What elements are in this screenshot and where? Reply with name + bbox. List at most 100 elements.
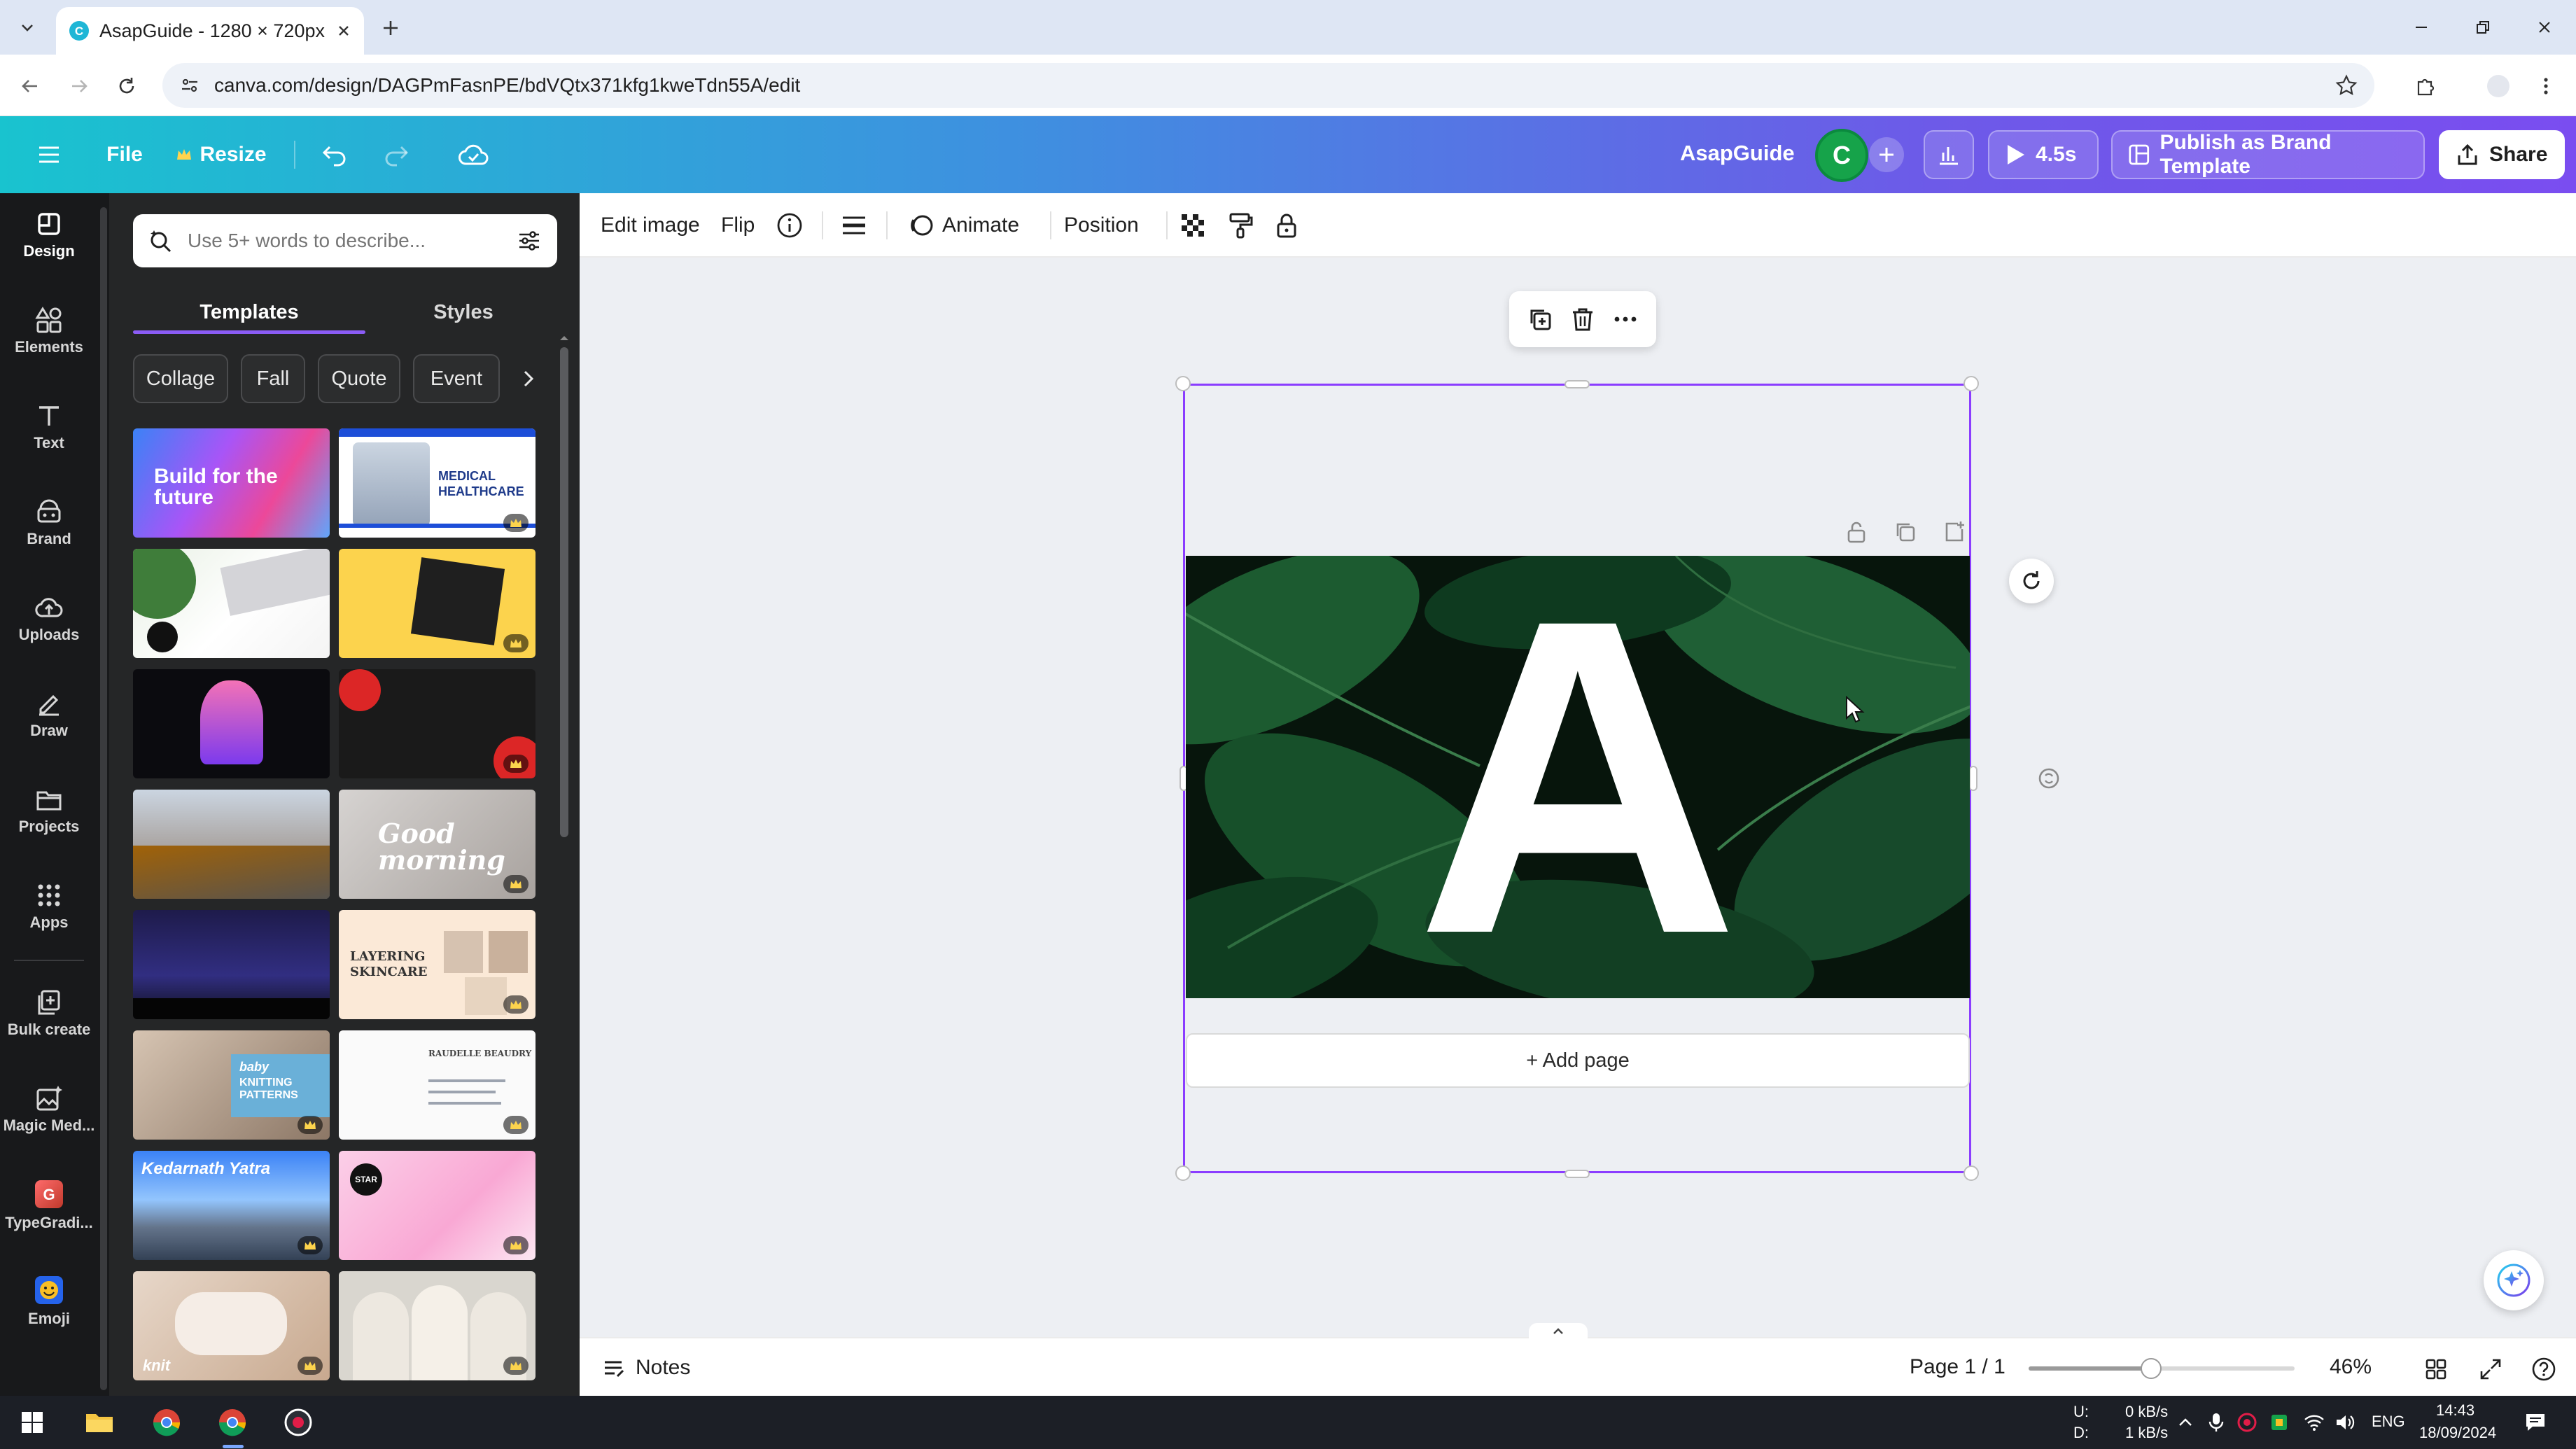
template-thumbnail[interactable] xyxy=(339,549,536,658)
rail-item-apps[interactable]: Apps xyxy=(0,864,98,948)
rail-item-draw[interactable]: Draw xyxy=(0,673,98,757)
forward-button[interactable] xyxy=(63,70,95,102)
template-thumbnail[interactable]: Good morning xyxy=(339,790,536,899)
filter-chip-quote[interactable]: Quote xyxy=(318,354,400,403)
filter-icon[interactable] xyxy=(517,228,542,253)
rail-item-brand[interactable]: Brand xyxy=(0,481,98,565)
transparency-button[interactable] xyxy=(1179,206,1207,245)
file-explorer-button[interactable] xyxy=(80,1403,119,1442)
close-icon[interactable] xyxy=(336,23,351,38)
reload-button[interactable] xyxy=(111,70,143,102)
help-button[interactable] xyxy=(2528,1354,2559,1385)
language-indicator[interactable]: ENG xyxy=(2372,1413,2405,1431)
rail-item-elements[interactable]: Elements xyxy=(0,289,98,373)
clock-time[interactable]: 14:43 xyxy=(2436,1401,2474,1420)
resize-handle-bottom[interactable] xyxy=(1564,1170,1590,1178)
template-search-input[interactable] xyxy=(188,230,503,252)
chrome-active-button[interactable] xyxy=(213,1403,252,1442)
design-title[interactable]: AsapGuide xyxy=(1680,141,1795,166)
trash-icon[interactable] xyxy=(1569,305,1597,333)
canva-assistant-button[interactable] xyxy=(2484,1250,2544,1310)
browser-menu-button[interactable] xyxy=(2530,70,2562,102)
rail-scroll-thumb[interactable] xyxy=(100,207,107,1390)
user-avatar[interactable]: C xyxy=(1815,129,1868,182)
browser-tab[interactable]: C AsapGuide - 1280 × 720px xyxy=(56,7,364,55)
chrome-button[interactable] xyxy=(147,1403,186,1442)
notes-button[interactable]: Notes xyxy=(601,1351,690,1385)
flip-button[interactable]: Flip xyxy=(721,206,755,245)
template-thumbnail[interactable]: Kedarnath Yatra xyxy=(133,1151,330,1260)
resize-handle-top-left[interactable] xyxy=(1175,376,1191,391)
show-pages-button[interactable] xyxy=(1529,1323,1588,1338)
template-thumbnail[interactable]: LAYERING SKINCARE xyxy=(339,910,536,1019)
clock-date[interactable]: 18/09/2024 xyxy=(2419,1424,2496,1442)
mic-tray-button[interactable] xyxy=(2202,1403,2230,1442)
invite-button[interactable] xyxy=(1869,137,1904,172)
tray-overflow-button[interactable] xyxy=(2171,1403,2199,1442)
profile-button[interactable] xyxy=(2482,70,2514,102)
resize-handle-top[interactable] xyxy=(1564,380,1590,388)
share-button[interactable]: Share xyxy=(2439,130,2565,179)
new-tab-button[interactable] xyxy=(375,13,406,43)
rail-item-design[interactable]: Design xyxy=(0,193,98,277)
omnibox[interactable]: canva.com/design/DAGPmFasnPE/bdVQtx371kf… xyxy=(162,63,2374,108)
url-text[interactable]: canva.com/design/DAGPmFasnPE/bdVQtx371kf… xyxy=(214,74,2321,97)
regenerate-button[interactable] xyxy=(2009,559,2054,603)
template-thumbnail[interactable]: MEDICAL HEALTHCARE xyxy=(339,428,536,538)
add-page-after-button[interactable] xyxy=(1940,518,1968,546)
main-menu-button[interactable] xyxy=(28,134,70,176)
record-tray-button[interactable] xyxy=(2233,1403,2261,1442)
resize-handle-bottom-left[interactable] xyxy=(1175,1166,1191,1181)
extensions-button[interactable] xyxy=(2409,70,2442,102)
template-thumbnail[interactable]: STAR xyxy=(339,1151,536,1260)
tab-search-button[interactable] xyxy=(10,11,45,43)
filter-chip-collage[interactable]: Collage xyxy=(133,354,228,403)
redo-button[interactable] xyxy=(375,134,417,176)
filter-chip-event[interactable]: Event xyxy=(413,354,500,403)
notifications-button[interactable] xyxy=(2516,1403,2555,1442)
template-thumbnail[interactable]: RAUDELLE BEAUDRY xyxy=(339,1030,536,1140)
template-thumbnail[interactable] xyxy=(339,669,536,778)
present-button[interactable]: 4.5s xyxy=(1988,130,2099,179)
rail-item-emoji[interactable]: Emoji xyxy=(0,1259,98,1343)
page-indicator[interactable]: Page 1 / 1 xyxy=(1910,1355,2005,1379)
template-thumbnail[interactable] xyxy=(133,790,330,899)
zoom-level[interactable]: 46% xyxy=(2330,1355,2372,1379)
file-menu-button[interactable]: File xyxy=(99,134,150,176)
back-button[interactable] xyxy=(14,70,46,102)
tab-templates[interactable]: Templates xyxy=(133,291,365,333)
resize-handle-top-right[interactable] xyxy=(1963,376,1979,391)
duplicate-icon[interactable] xyxy=(1526,305,1554,333)
publish-brand-template-button[interactable]: Publish as Brand Template xyxy=(2111,130,2425,179)
duplicate-page-button[interactable] xyxy=(1891,518,1919,546)
rail-item-projects[interactable]: Projects xyxy=(0,769,98,853)
design-page[interactable]: A xyxy=(1186,556,1970,998)
border-style-button[interactable] xyxy=(840,206,868,245)
scroll-up-icon[interactable] xyxy=(557,333,571,343)
minimize-button[interactable] xyxy=(2397,10,2446,45)
canvas-area[interactable]: A + Add page xyxy=(580,258,2576,1337)
resize-button[interactable]: Resize xyxy=(172,134,270,176)
info-button[interactable] xyxy=(776,206,804,245)
wifi-tray-button[interactable] xyxy=(2300,1403,2328,1442)
page-lock-button[interactable] xyxy=(1842,518,1870,546)
add-page-button[interactable]: + Add page xyxy=(1186,1033,1970,1088)
rail-item-typegradient[interactable]: G TypeGradi... xyxy=(0,1163,98,1247)
template-search-box[interactable] xyxy=(133,214,557,267)
star-icon[interactable] xyxy=(2335,74,2358,97)
copy-style-button[interactable] xyxy=(1226,206,1254,245)
template-thumbnail[interactable] xyxy=(133,549,330,658)
zoom-slider-handle[interactable] xyxy=(2141,1358,2162,1379)
filter-chip-fall[interactable]: Fall xyxy=(241,354,305,403)
resize-handle-right[interactable] xyxy=(1969,766,1977,791)
template-thumbnail[interactable] xyxy=(339,1271,536,1380)
animate-button[interactable]: Animate xyxy=(907,206,1019,245)
rail-item-bulk-create[interactable]: Bulk create xyxy=(0,972,98,1056)
save-status-button[interactable] xyxy=(451,134,496,176)
template-thumbnail[interactable]: knit xyxy=(133,1271,330,1380)
panel-scroll-thumb[interactable] xyxy=(560,347,568,837)
chips-next-button[interactable] xyxy=(512,354,545,403)
template-thumbnail[interactable] xyxy=(133,669,330,778)
panel-scrollbar[interactable] xyxy=(557,333,571,1390)
tab-styles[interactable]: Styles xyxy=(365,291,561,333)
